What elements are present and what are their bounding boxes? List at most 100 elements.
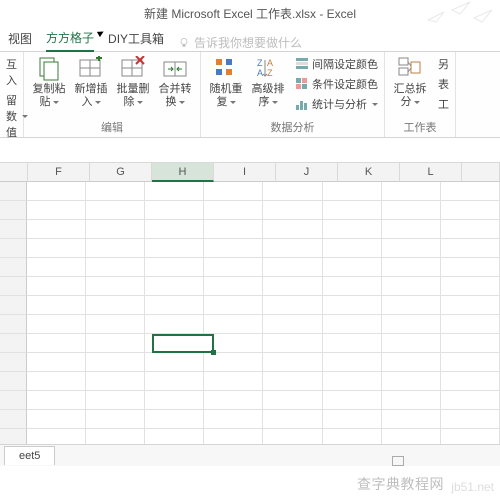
cell[interactable] — [323, 201, 382, 220]
cell[interactable] — [27, 296, 86, 315]
spreadsheet-grid[interactable]: FGHIJKL — [0, 162, 500, 448]
row-header[interactable] — [0, 201, 27, 220]
partial-r1[interactable]: 另 — [435, 55, 449, 73]
row-header[interactable] — [0, 353, 27, 372]
cell[interactable] — [263, 239, 322, 258]
grid-rows[interactable] — [0, 182, 500, 448]
cell[interactable] — [27, 239, 86, 258]
tell-me[interactable]: 告诉我你想要做什么 — [178, 34, 302, 51]
row-header[interactable] — [0, 296, 27, 315]
cell[interactable] — [204, 239, 263, 258]
row-header[interactable] — [0, 277, 27, 296]
cell[interactable] — [382, 315, 441, 334]
cell[interactable] — [27, 258, 86, 277]
sort-button[interactable]: ZAAZ 高级排序 — [249, 55, 287, 113]
cell[interactable] — [145, 239, 204, 258]
cell[interactable] — [441, 315, 500, 334]
cell[interactable] — [204, 277, 263, 296]
cell[interactable] — [382, 220, 441, 239]
cell[interactable] — [204, 296, 263, 315]
cell[interactable] — [323, 410, 382, 429]
cell[interactable] — [27, 201, 86, 220]
cell[interactable] — [204, 315, 263, 334]
cell[interactable] — [27, 220, 86, 239]
cond-color-button[interactable]: 条件设定颜色 — [295, 75, 378, 93]
cell[interactable] — [441, 334, 500, 353]
cell[interactable] — [323, 315, 382, 334]
cell[interactable] — [323, 239, 382, 258]
cell[interactable] — [86, 296, 145, 315]
cell[interactable] — [86, 410, 145, 429]
row-header[interactable] — [0, 410, 27, 429]
cell[interactable] — [441, 182, 500, 201]
cell[interactable] — [86, 182, 145, 201]
row-header[interactable] — [0, 258, 27, 277]
cell[interactable] — [86, 201, 145, 220]
cell[interactable] — [441, 391, 500, 410]
insert-button[interactable]: 新增插入 — [72, 55, 110, 109]
cell[interactable] — [263, 353, 322, 372]
cell[interactable] — [27, 334, 86, 353]
row-header[interactable] — [0, 239, 27, 258]
cell[interactable] — [323, 182, 382, 201]
cell[interactable] — [441, 410, 500, 429]
cell[interactable] — [323, 372, 382, 391]
cell[interactable] — [263, 334, 322, 353]
cell[interactable] — [263, 315, 322, 334]
cell[interactable] — [86, 391, 145, 410]
cell[interactable] — [263, 410, 322, 429]
stats-button[interactable]: 统计与分析 — [295, 95, 378, 113]
cell[interactable] — [86, 239, 145, 258]
merge-button[interactable]: 合并转换 — [156, 55, 194, 109]
cell[interactable] — [441, 277, 500, 296]
cell[interactable] — [263, 182, 322, 201]
cell[interactable] — [382, 182, 441, 201]
cell[interactable] — [263, 220, 322, 239]
cell[interactable] — [263, 372, 322, 391]
cell[interactable] — [263, 201, 322, 220]
view-icon[interactable] — [392, 456, 404, 466]
cell[interactable] — [441, 201, 500, 220]
col-header-K[interactable]: K — [338, 163, 400, 182]
row-header[interactable] — [0, 182, 27, 201]
cell[interactable] — [145, 372, 204, 391]
cell[interactable] — [27, 372, 86, 391]
cell[interactable] — [204, 220, 263, 239]
cell[interactable] — [145, 296, 204, 315]
cell[interactable] — [441, 353, 500, 372]
cell[interactable] — [145, 258, 204, 277]
cell[interactable] — [382, 353, 441, 372]
row-header[interactable] — [0, 391, 27, 410]
cell[interactable] — [204, 372, 263, 391]
col-header-G[interactable]: G — [90, 163, 152, 182]
col-header-H[interactable]: H — [152, 163, 214, 182]
cell[interactable] — [323, 258, 382, 277]
cell[interactable] — [441, 372, 500, 391]
cell[interactable] — [145, 315, 204, 334]
cell[interactable] — [27, 353, 86, 372]
cell[interactable] — [145, 182, 204, 201]
cell[interactable] — [323, 334, 382, 353]
cell[interactable] — [382, 410, 441, 429]
cell[interactable] — [145, 353, 204, 372]
col-header-I[interactable]: I — [214, 163, 276, 182]
cell[interactable] — [27, 277, 86, 296]
cell[interactable] — [145, 410, 204, 429]
cell[interactable] — [441, 296, 500, 315]
col-header-J[interactable]: J — [276, 163, 338, 182]
cell[interactable] — [382, 277, 441, 296]
cell[interactable] — [145, 201, 204, 220]
partial-top[interactable]: 互入 — [6, 55, 21, 89]
cell[interactable] — [382, 258, 441, 277]
cell[interactable] — [86, 353, 145, 372]
cell[interactable] — [323, 277, 382, 296]
cell[interactable] — [323, 296, 382, 315]
cell[interactable] — [145, 220, 204, 239]
cell[interactable] — [27, 182, 86, 201]
cell[interactable] — [263, 258, 322, 277]
cell[interactable] — [204, 410, 263, 429]
shuffle-button[interactable]: 随机重复 — [207, 55, 245, 113]
cell[interactable] — [204, 353, 263, 372]
cell[interactable] — [263, 296, 322, 315]
cell[interactable] — [145, 277, 204, 296]
